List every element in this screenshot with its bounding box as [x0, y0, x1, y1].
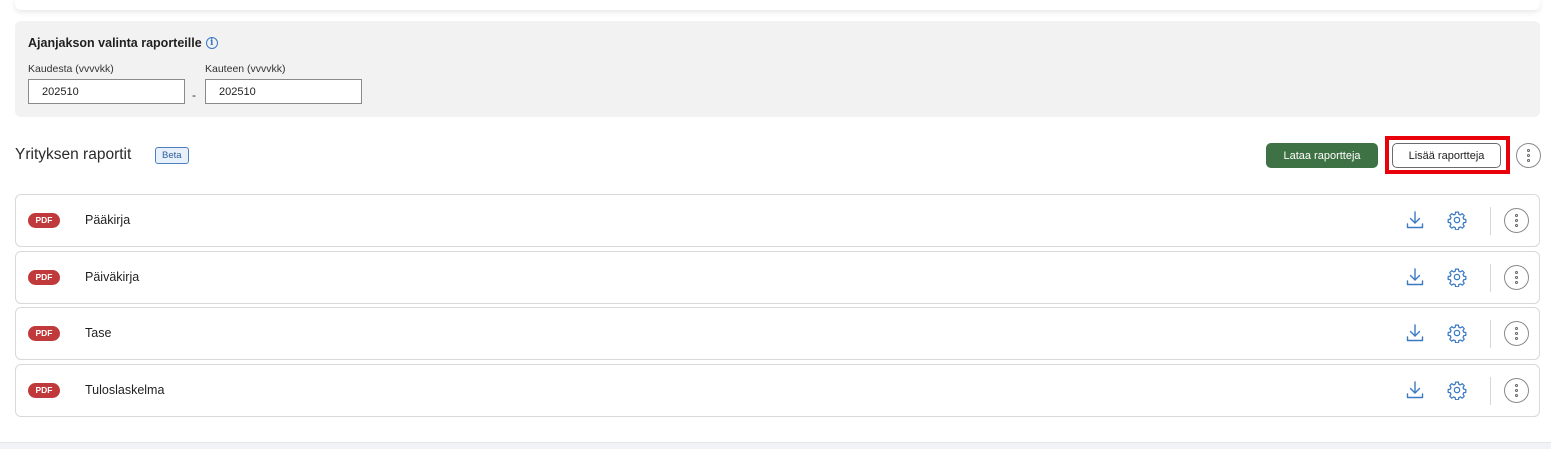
more-vertical-icon[interactable] — [1504, 208, 1529, 233]
reports-section-title: Yrityksen raportit — [15, 146, 132, 163]
row-divider — [1490, 377, 1491, 405]
report-row[interactable]: PDF Tuloslaskelma — [15, 364, 1540, 417]
download-icon[interactable] — [1404, 209, 1426, 231]
period-selection-panel: Ajanjakson valinta raporteille i Kaudest… — [15, 21, 1540, 117]
period-title-text: Ajanjakson valinta raporteille — [28, 36, 202, 50]
beta-badge: Beta — [155, 147, 189, 164]
report-name: Päiväkirja — [85, 270, 140, 284]
row-divider — [1490, 320, 1491, 348]
pdf-badge: PDF — [28, 326, 60, 341]
gear-icon[interactable] — [1446, 322, 1468, 344]
gear-icon[interactable] — [1446, 266, 1468, 288]
download-icon[interactable] — [1404, 266, 1426, 288]
report-name: Tuloslaskelma — [85, 383, 165, 397]
row-divider — [1490, 264, 1491, 292]
period-separator: - — [192, 88, 196, 102]
report-row[interactable]: PDF Pääkirja — [15, 194, 1540, 247]
to-period-input[interactable]: 202510 — [205, 79, 362, 104]
to-period-label: Kauteen (vvvvkk) — [205, 63, 286, 75]
add-reports-button[interactable]: Lisää raportteja — [1392, 143, 1501, 168]
pdf-badge: PDF — [28, 383, 60, 398]
pdf-badge: PDF — [28, 270, 60, 285]
report-name: Pääkirja — [85, 213, 131, 227]
gear-icon[interactable] — [1446, 209, 1468, 231]
download-reports-button[interactable]: Lataa raportteja — [1266, 143, 1378, 168]
from-period-label: Kaudesta (vvvvkk) — [28, 63, 114, 75]
top-card-edge — [15, 0, 1540, 10]
more-vertical-icon[interactable] — [1504, 321, 1529, 346]
from-period-input[interactable]: 202510 — [28, 79, 185, 104]
info-icon[interactable]: i — [205, 37, 218, 49]
more-vertical-icon[interactable] — [1504, 378, 1529, 403]
pdf-badge: PDF — [28, 213, 60, 228]
report-row[interactable]: PDF Päiväkirja — [15, 251, 1540, 304]
row-divider — [1490, 207, 1491, 235]
page-footer-divider — [0, 442, 1551, 449]
report-row[interactable]: PDF Tase — [15, 307, 1540, 360]
more-vertical-icon[interactable] — [1516, 143, 1541, 168]
download-icon[interactable] — [1404, 379, 1426, 401]
period-title: Ajanjakson valinta raporteille i — [28, 36, 218, 50]
report-name: Tase — [85, 326, 112, 340]
gear-icon[interactable] — [1446, 379, 1468, 401]
more-vertical-icon[interactable] — [1504, 265, 1529, 290]
download-icon[interactable] — [1404, 322, 1426, 344]
